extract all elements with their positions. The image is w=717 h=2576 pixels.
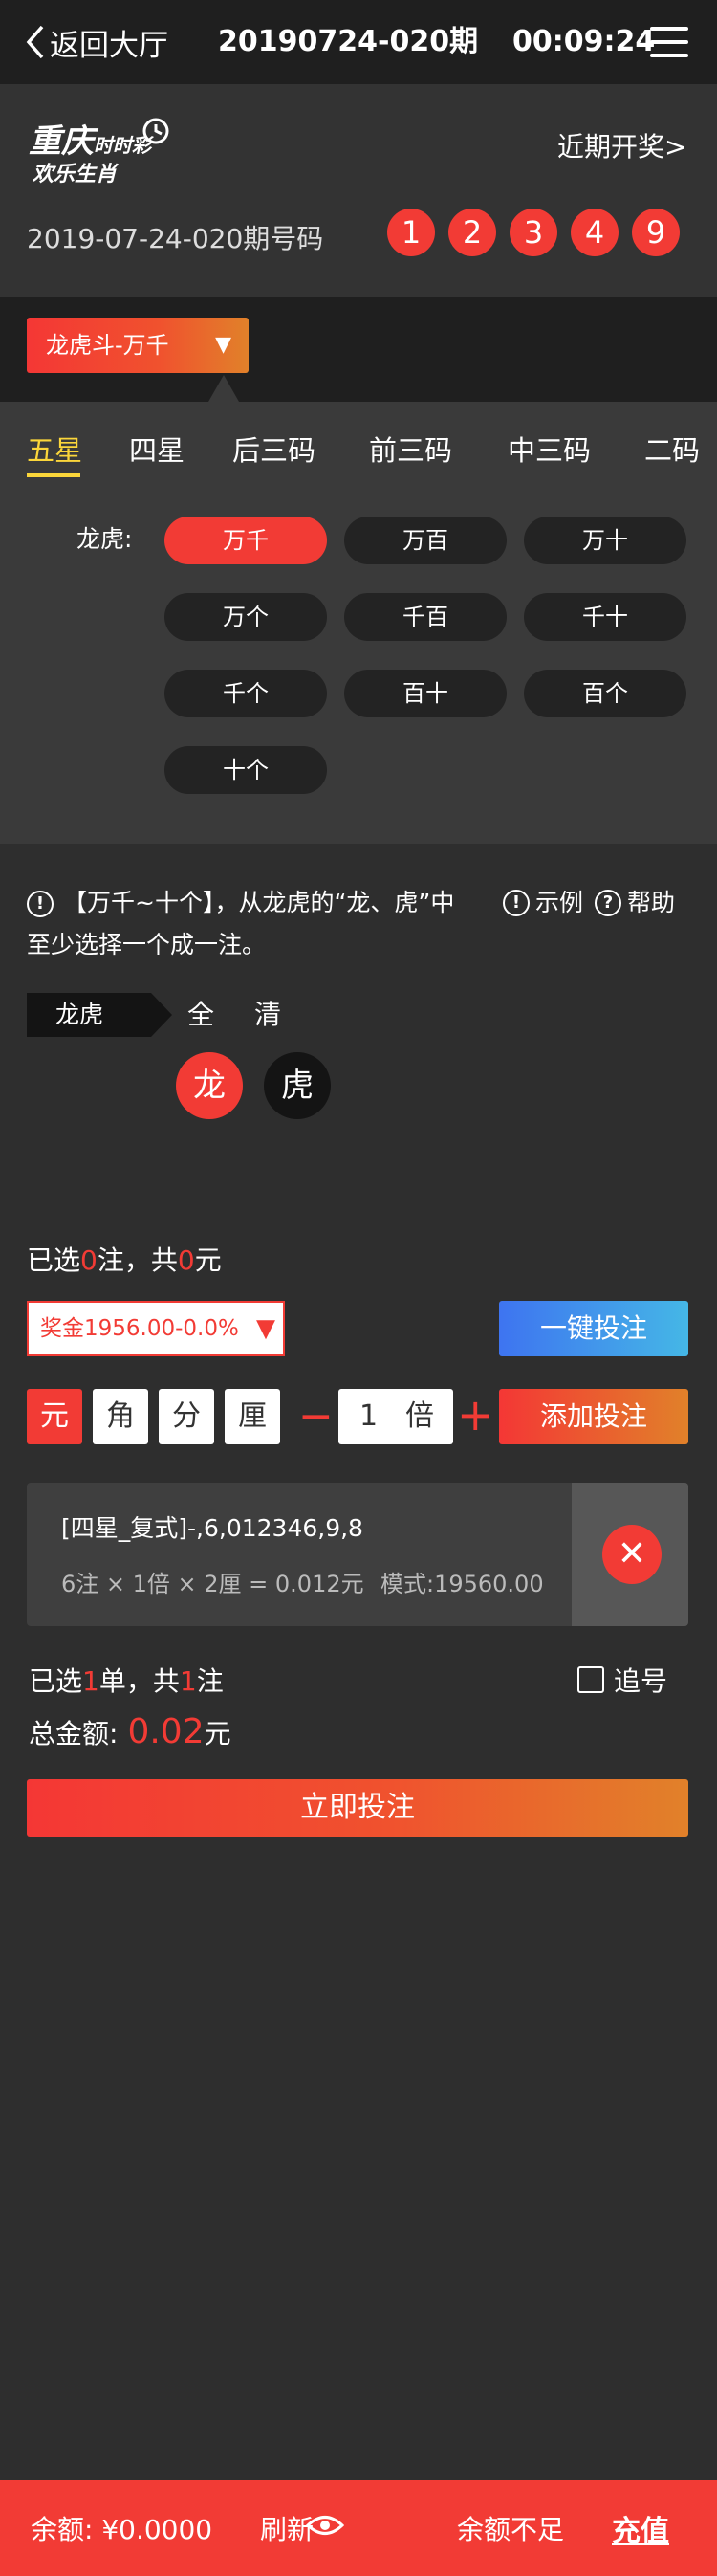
category-tabs: 五星 四星 后三码 前三码 中三码 二码 — [0, 402, 717, 488]
result-ball: 9 — [632, 209, 680, 256]
help-link[interactable]: ? 帮助 — [595, 882, 675, 924]
draw-result-balls: 1 2 3 4 9 — [387, 209, 693, 256]
tiger-ball[interactable]: 虎 — [264, 1052, 331, 1119]
dropdown-arrow-icon: ▼ — [256, 1314, 275, 1343]
logo-clock-icon — [142, 118, 169, 144]
draw-number-label: 2019-07-24-020期号码 — [27, 223, 324, 254]
footer-bar: 余额: ¥0.0000 刷新 余额不足 充值 — [0, 2480, 717, 2576]
tab-last-three[interactable]: 后三码 — [232, 429, 315, 469]
lottery-header: 重庆时时彩 欢乐生肖 近期开奖> 2019-07-24-020期号码 1 2 3… — [0, 84, 717, 297]
active-tab-indicator — [27, 473, 80, 477]
bet-item-numbers: [四星_复式]-,6,012346,9,8 — [61, 1514, 363, 1542]
tab-middle-three[interactable]: 中三码 — [508, 429, 591, 469]
select-all-button[interactable]: 全 — [187, 995, 214, 1035]
tab-four-star[interactable]: 四星 — [129, 429, 185, 469]
back-button[interactable]: 返回大厅 — [25, 21, 168, 63]
betting-section: ! 【万千~十个】，从龙虎的“龙、虎”中至少选择一个成一注。 ! 示例 ? 帮助 … — [0, 844, 717, 2470]
unit-jiao-button[interactable]: 角 — [93, 1389, 148, 1444]
chase-toggle[interactable]: 追号 — [577, 1661, 667, 1699]
info-icon: ! — [503, 890, 530, 916]
position-option[interactable]: 千个 — [164, 670, 327, 717]
menu-icon[interactable] — [650, 27, 688, 57]
checkbox-icon[interactable] — [577, 1666, 604, 1693]
increase-multiplier-button[interactable]: + — [457, 1387, 494, 1442]
order-summary: 已选1单，共1注 — [29, 1665, 224, 1697]
bet-item-calc: 6注 × 1倍 × 2厘 = 0.012元 — [61, 1571, 364, 1597]
tab-two-digit[interactable]: 二码 — [644, 429, 700, 469]
result-ball: 3 — [510, 209, 557, 256]
play-options-panel: 五星 四星 后三码 前三码 中三码 二码 龙虎: 万千 万百 万十 万个 千百 … — [0, 402, 717, 844]
chevron-left-icon — [26, 25, 44, 59]
result-ball: 1 — [387, 209, 435, 256]
dropdown-arrow-icon: ▼ — [215, 333, 231, 357]
position-option[interactable]: 千百 — [344, 593, 507, 641]
unit-fen-button[interactable]: 分 — [159, 1389, 214, 1444]
rule-text: 【万千~十个】，从龙虎的“龙、虎”中至少选择一个成一注。 — [27, 889, 455, 958]
unit-li-button[interactable]: 厘 — [225, 1389, 280, 1444]
group-tag: 龙虎 — [27, 993, 172, 1037]
selection-summary: 已选0注，共0元 — [27, 1244, 222, 1276]
balance-text: 余额: ¥0.0000 — [31, 2514, 213, 2545]
help-links: ! 示例 ? 帮助 — [503, 882, 686, 924]
dragon-tiger-label: 龙虎: — [76, 525, 133, 553]
position-option[interactable]: 百十 — [344, 670, 507, 717]
insufficient-balance-text: 余额不足 — [457, 2514, 565, 2545]
info-icon: ! — [27, 891, 54, 917]
notch-pointer — [208, 375, 239, 402]
logo: 重庆时时彩 欢乐生肖 — [29, 115, 201, 187]
recharge-link[interactable]: 充值 — [612, 2507, 669, 2549]
add-bet-button[interactable]: 添加投注 — [499, 1389, 688, 1444]
unit-yuan-button[interactable]: 元 — [27, 1389, 82, 1444]
bet-item-delete-area: ✕ — [572, 1483, 688, 1626]
play-type-bar: 龙虎斗-万千 ▼ — [0, 297, 717, 402]
prize-select[interactable]: 奖金1956.00-0.0% ▼ — [27, 1301, 285, 1356]
position-option[interactable]: 十个 — [164, 746, 327, 794]
eye-icon[interactable] — [306, 2511, 344, 2540]
bet-item-mode: 模式:19560.00 — [380, 1571, 544, 1597]
total-amount: 总金额: 0.02元 — [29, 1712, 231, 1751]
position-option[interactable]: 万千 — [164, 517, 327, 564]
multiplier-field[interactable]: 1 倍 — [338, 1389, 453, 1444]
result-ball: 4 — [571, 209, 619, 256]
top-bar: 返回大厅 20190724-020期 00:09:24 — [0, 0, 717, 84]
position-option[interactable]: 百个 — [524, 670, 686, 717]
clear-button[interactable]: 清 — [254, 995, 281, 1035]
tab-first-three[interactable]: 前三码 — [369, 429, 452, 469]
period-title: 20190724-020期 — [218, 25, 479, 58]
tab-five-star[interactable]: 五星 — [27, 429, 82, 469]
one-key-bet-button[interactable]: 一键投注 — [499, 1301, 688, 1356]
rule-tip: ! 【万千~十个】，从龙虎的“龙、虎”中至少选择一个成一注。 — [27, 882, 476, 966]
position-option[interactable]: 万个 — [164, 593, 327, 641]
recent-draws-link[interactable]: 近期开奖> — [557, 126, 686, 165]
close-icon[interactable]: ✕ — [602, 1525, 662, 1584]
countdown-timer: 00:09:24 — [512, 25, 656, 58]
bet-item: [四星_复式]-,6,012346,9,8 6注 × 1倍 × 2厘 = 0.0… — [27, 1483, 688, 1626]
position-option[interactable]: 千十 — [524, 593, 686, 641]
position-option[interactable]: 万十 — [524, 517, 686, 564]
result-ball: 2 — [448, 209, 496, 256]
back-label: 返回大厅 — [50, 28, 168, 63]
place-bet-button[interactable]: 立即投注 — [27, 1779, 688, 1837]
dragon-ball[interactable]: 龙 — [176, 1052, 243, 1119]
play-type-select[interactable]: 龙虎斗-万千 ▼ — [27, 318, 249, 373]
decrease-multiplier-button[interactable]: − — [298, 1391, 334, 1442]
question-icon: ? — [595, 890, 622, 916]
position-option[interactable]: 万百 — [344, 517, 507, 564]
example-link[interactable]: ! 示例 — [503, 882, 583, 924]
